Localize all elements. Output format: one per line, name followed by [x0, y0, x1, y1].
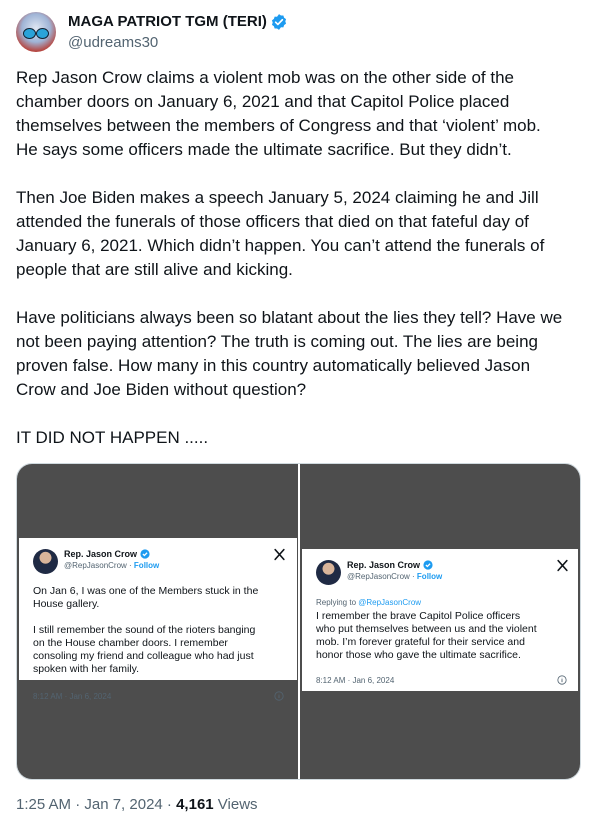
display-name[interactable]: MAGA PATRIOT TGM (TERI) — [68, 13, 267, 30]
embedded-tweet-screenshot: Rep. Jason Crow @RepJasonCrow · Follow R… — [302, 549, 578, 691]
embedded-avatar — [316, 560, 341, 585]
sunglasses-icon — [23, 28, 49, 39]
info-icon — [274, 691, 284, 701]
embedded-timestamp: 8:12 AM · Jan 6, 2024 — [316, 676, 395, 685]
embedded-avatar — [33, 549, 58, 574]
tweet-metadata: 1:25 AM · Jan 7, 2024 · 4,161 Views — [16, 796, 258, 813]
media-grid: Rep. Jason Crow @RepJasonCrow · Follow O… — [16, 463, 581, 780]
x-logo-icon — [274, 548, 285, 561]
embedded-handle: @RepJasonCrow · Follow — [347, 572, 443, 581]
replying-to: Replying to @RepJasonCrow — [316, 598, 422, 607]
user-handle[interactable]: @udreams30 — [68, 34, 158, 51]
views-count: 4,161 — [176, 796, 214, 813]
tweet-text: Rep Jason Crow claims a violent mob was … — [16, 68, 563, 447]
info-icon — [557, 675, 567, 685]
embedded-timestamp: 8:12 AM · Jan 6, 2024 — [33, 692, 112, 701]
embedded-display-name: Rep. Jason Crow — [347, 560, 421, 570]
tweet-timestamp[interactable]: 1:25 AM · Jan 7, 2024 · — [16, 796, 176, 813]
embedded-handle: @RepJasonCrow · Follow — [64, 561, 160, 570]
embedded-tweet-screenshot: Rep. Jason Crow @RepJasonCrow · Follow O… — [19, 538, 297, 701]
x-logo-icon — [557, 559, 568, 572]
profile-avatar[interactable] — [16, 12, 56, 52]
verified-badge-icon[interactable] — [270, 13, 288, 31]
views-label: Views — [213, 796, 258, 813]
media-image-2[interactable]: Rep. Jason Crow @RepJasonCrow · Follow R… — [300, 464, 580, 779]
embedded-tweet-text: I remember the brave Capitol Police offi… — [316, 610, 537, 661]
embedded-verified-icon — [140, 549, 150, 559]
embedded-display-name: Rep. Jason Crow — [64, 549, 138, 559]
embedded-tweet-text: On Jan 6, I was one of the Members stuck… — [33, 585, 259, 675]
media-image-1[interactable]: Rep. Jason Crow @RepJasonCrow · Follow O… — [17, 464, 298, 779]
embedded-verified-icon — [423, 560, 433, 570]
